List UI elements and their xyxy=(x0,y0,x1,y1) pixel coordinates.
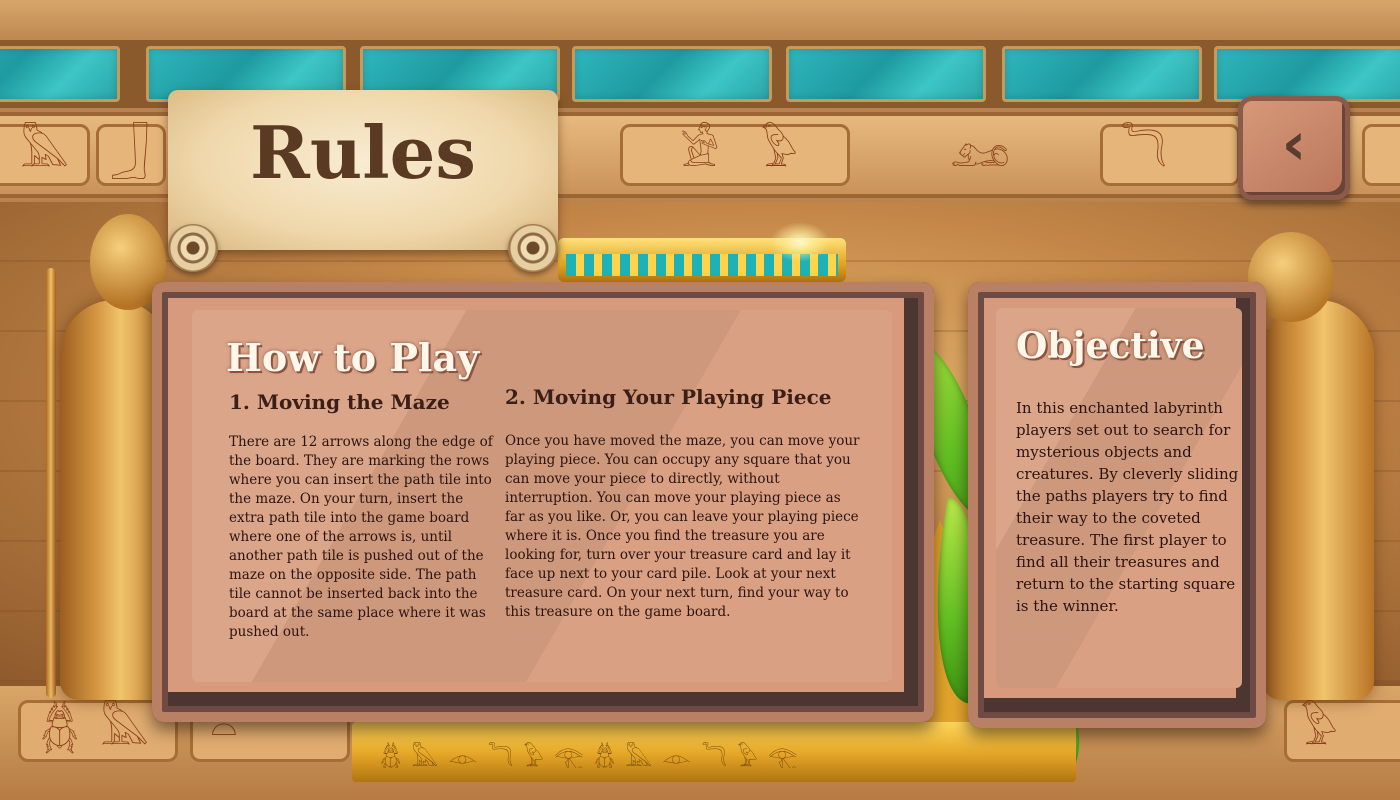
chevron-left-icon: ‹ xyxy=(1281,109,1307,179)
hieroglyph-icon: 𓅱 xyxy=(1300,704,1338,755)
moving-piece-heading: 2. Moving Your Playing Piece xyxy=(505,385,832,409)
sparkle-icon xyxy=(770,222,830,262)
turquoise-tile xyxy=(1002,46,1202,102)
pedestal-hieroglyphs: 𓆣𓅓𓁹𓆓𓅱𓂀𓆣𓅓𓁹𓆓𓅱𓂀 xyxy=(380,744,808,768)
hieroglyph-cartouche xyxy=(1362,124,1400,186)
hieroglyph-icon: 𓆣 xyxy=(40,704,80,755)
hieroglyph-icon: 𓀀 xyxy=(680,126,720,177)
page-title: Rules xyxy=(250,110,476,195)
scroll-curl-right xyxy=(508,224,558,272)
turquoise-tile xyxy=(786,46,986,102)
hieroglyph-icon: 𓆓 xyxy=(1120,126,1168,177)
turquoise-tile xyxy=(1214,46,1400,102)
moving-maze-heading: 1. Moving the Maze xyxy=(229,390,450,414)
hieroglyph-icon: 𓅱 xyxy=(760,126,798,177)
scroll-curl-left xyxy=(168,224,218,272)
objective-text: In this enchanted labyrinth players set … xyxy=(1016,399,1239,615)
turquoise-tile xyxy=(0,46,120,102)
anubis-statue xyxy=(1262,300,1374,700)
hieroglyph-icon: 𓅓 xyxy=(100,704,150,755)
moving-piece-text: Once you have moved the maze, you can mo… xyxy=(505,433,860,620)
hieroglyph-icon: 𓃀 xyxy=(110,126,150,177)
game-rules-screen: 𓅓 𓃀 𓀀 𓅱 𓃭 𓆓 𓆣 𓅓 𓏏 𓅱 𓆣𓅓𓁹𓆓𓅱𓂀𓆣𓅓𓁹𓆓𓅱𓂀 Rules ‹… xyxy=(0,0,1400,800)
golden-staff xyxy=(46,268,56,698)
hieroglyph-icon: 𓅓 xyxy=(20,126,70,177)
hieroglyph-cartouche xyxy=(620,124,850,186)
how-to-play-heading: How to Play xyxy=(226,335,480,380)
hieroglyph-icon: 𓃭 xyxy=(950,126,1010,177)
back-button[interactable]: ‹ xyxy=(1238,96,1350,200)
turquoise-tile xyxy=(572,46,772,102)
moving-maze-text: There are 12 arrows along the edge of th… xyxy=(229,434,493,640)
objective-heading: Objective xyxy=(1016,325,1205,367)
